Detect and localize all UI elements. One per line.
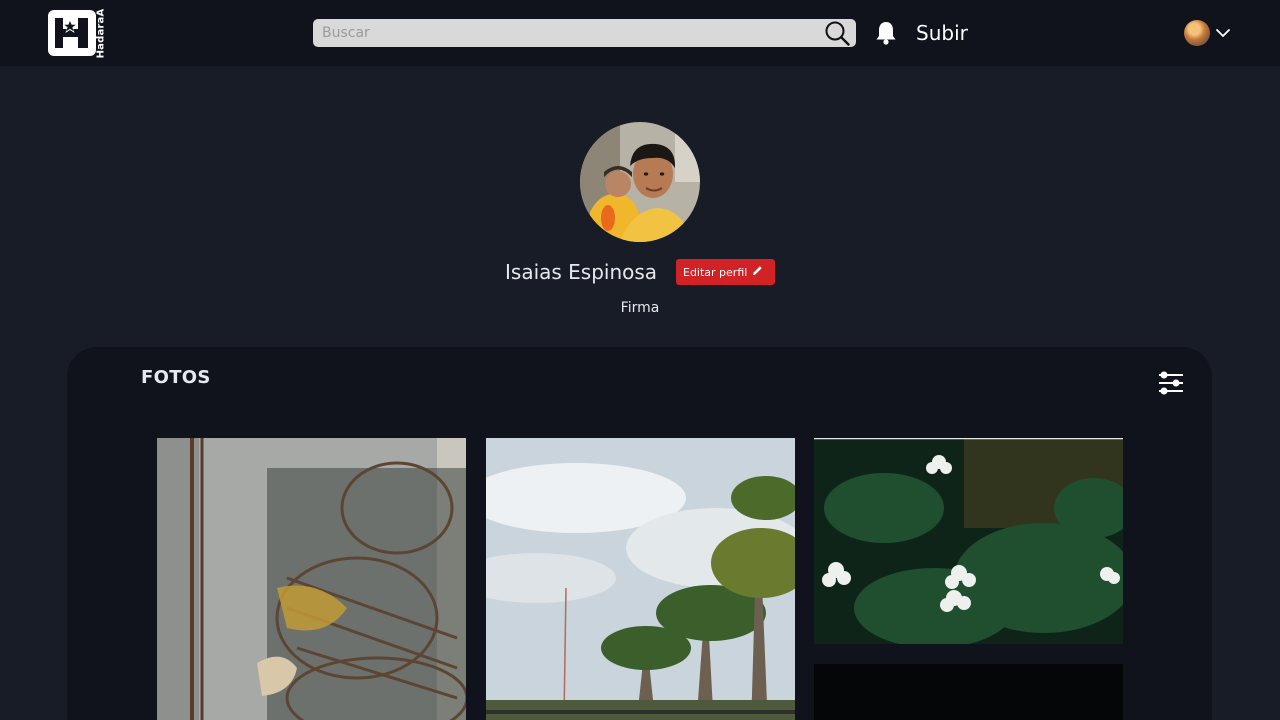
pencil-icon — [752, 265, 763, 279]
edit-profile-label: Editar perfil — [683, 265, 748, 279]
photo-thumbnail-white-flowers[interactable] — [814, 438, 1123, 644]
search-icon[interactable] — [823, 20, 851, 48]
search-bar — [313, 19, 856, 47]
upload-link[interactable]: Subir — [916, 20, 968, 46]
photo-thumbnail-dark[interactable] — [814, 664, 1123, 720]
edit-profile-button[interactable]: Editar perfil — [676, 259, 775, 285]
search-input[interactable] — [313, 19, 813, 47]
photo-thumbnail-palm-trees[interactable] — [486, 438, 795, 720]
profile-avatar — [580, 122, 700, 242]
photos-title: FOTOS — [141, 367, 211, 388]
logo-wordmark: HadaraA — [95, 8, 107, 58]
profile-name: Isaias Espinosa — [505, 260, 658, 284]
user-avatar[interactable] — [1184, 20, 1210, 46]
sliders-icon[interactable] — [1157, 370, 1185, 396]
profile-signature: Firma — [620, 300, 660, 316]
chevron-down-icon[interactable] — [1214, 24, 1232, 42]
bell-icon[interactable] — [874, 20, 898, 46]
photo-thumbnail-crab-traps[interactable] — [157, 438, 466, 720]
hadaraa-logo-icon[interactable] — [48, 10, 96, 56]
